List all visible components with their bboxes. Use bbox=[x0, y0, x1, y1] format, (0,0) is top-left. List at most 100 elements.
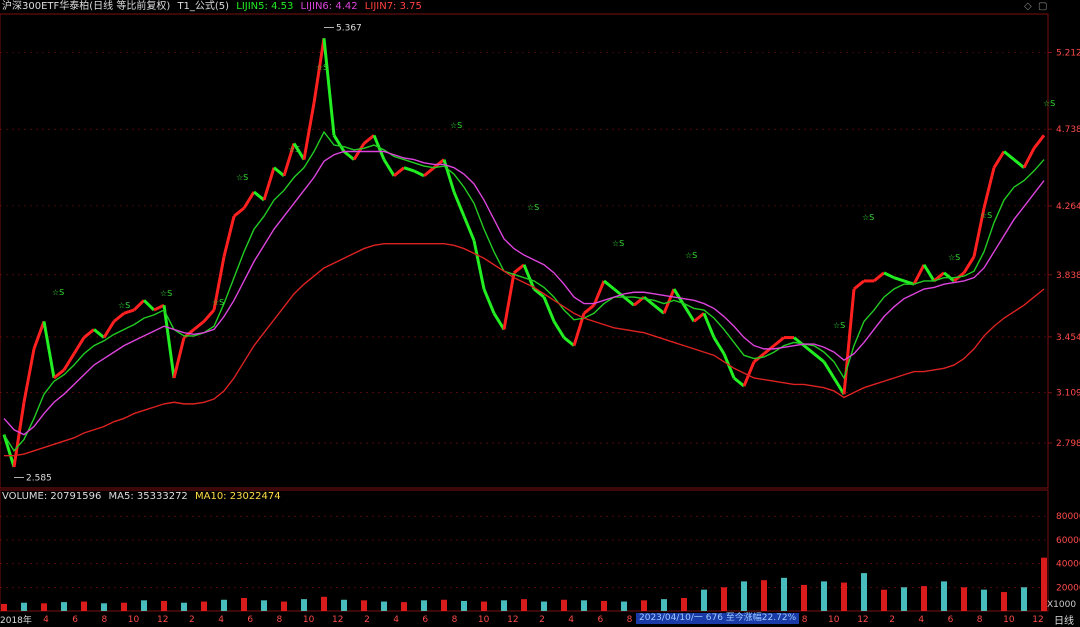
volume-bar bbox=[821, 581, 827, 611]
volume-bar bbox=[861, 573, 867, 611]
volume-bar bbox=[41, 603, 47, 611]
signal-marker: ☆S bbox=[316, 63, 328, 72]
price-segment bbox=[113, 312, 125, 323]
price-segment bbox=[222, 215, 236, 258]
price-segment bbox=[2, 434, 16, 468]
volume-bar bbox=[761, 580, 767, 611]
volume-bar bbox=[461, 600, 467, 611]
price-segment bbox=[982, 167, 996, 209]
price-segment bbox=[413, 169, 425, 178]
price-segment bbox=[502, 272, 516, 330]
volume-bar bbox=[21, 602, 27, 611]
volume-bar bbox=[181, 602, 187, 611]
price-segment bbox=[962, 255, 976, 274]
volume-bar bbox=[361, 600, 367, 611]
price-segment bbox=[492, 312, 506, 331]
price-segment bbox=[142, 299, 156, 312]
price-segment bbox=[343, 150, 355, 161]
volume-axis: 80000 60000 40000 20000 bbox=[1056, 512, 1080, 593]
volume-bar bbox=[141, 600, 147, 611]
price-segment bbox=[552, 320, 566, 339]
volume-bar bbox=[981, 589, 987, 611]
volume-bar bbox=[701, 589, 707, 611]
chart-canvas: 5.367 2.585 ☆S ☆S ☆S ☆S ☆S ☆S ☆S ☆S ☆S ☆S ☆S ☆S ☆S ☆S ☆S… bbox=[0, 13, 1080, 625]
signal-marker: ☆S bbox=[160, 289, 172, 298]
price-segment bbox=[83, 328, 95, 339]
price-segment bbox=[623, 295, 635, 307]
price-segment bbox=[332, 134, 346, 153]
volume-bar bbox=[441, 599, 447, 611]
price-segment bbox=[423, 166, 435, 177]
price-segment bbox=[193, 320, 205, 331]
price-segment bbox=[853, 279, 865, 291]
price-segment bbox=[363, 134, 375, 145]
high-annotation: 5.367 bbox=[336, 23, 362, 33]
price-segment bbox=[693, 312, 705, 323]
volume-bar bbox=[881, 589, 887, 611]
volume-bar bbox=[481, 601, 487, 611]
volume-tick-label: 80000 bbox=[1056, 512, 1080, 522]
volume-bar bbox=[261, 600, 267, 611]
price-segment bbox=[452, 191, 466, 217]
price-segment bbox=[943, 271, 955, 283]
price-segment bbox=[162, 304, 176, 379]
price-segment bbox=[132, 299, 146, 312]
price-segment bbox=[1032, 134, 1046, 150]
volume-bar bbox=[381, 601, 387, 611]
price-segment bbox=[202, 309, 216, 323]
signal-marker: ☆S bbox=[862, 213, 874, 222]
price-segment bbox=[302, 102, 316, 160]
price-segment bbox=[482, 288, 496, 314]
price-segment bbox=[822, 361, 836, 379]
volume-bar bbox=[121, 602, 127, 611]
signal-marker: ☆S bbox=[1043, 99, 1055, 108]
price-segment bbox=[653, 304, 665, 315]
signal-marker: ☆S bbox=[212, 298, 224, 307]
price-segment bbox=[712, 336, 726, 355]
volume-bar bbox=[641, 600, 647, 611]
volume-bar bbox=[201, 601, 207, 611]
price-tick-label: 4.738 bbox=[1056, 125, 1080, 135]
price-segment bbox=[603, 279, 615, 291]
signal-marker: ☆S bbox=[980, 211, 992, 220]
volume-bar bbox=[321, 596, 327, 611]
volume-bar bbox=[601, 600, 607, 611]
price-segment bbox=[1013, 158, 1025, 169]
price-segment bbox=[583, 304, 595, 315]
signal-marker: ☆S bbox=[450, 121, 462, 130]
volume-bar bbox=[61, 602, 67, 611]
volume-bar bbox=[101, 603, 107, 611]
signal-marker: ☆S bbox=[612, 239, 624, 248]
price-segment bbox=[733, 376, 745, 388]
price-segment bbox=[53, 368, 65, 380]
signal-marker: ☆S bbox=[833, 321, 845, 330]
signal-marker: ☆S bbox=[288, 145, 300, 154]
price-tick-label: 4.264 bbox=[1056, 202, 1080, 212]
volume-bar bbox=[781, 577, 787, 611]
grid-layer bbox=[0, 13, 1049, 612]
price-tick-label: 3.454 bbox=[1056, 333, 1080, 343]
volume-bar bbox=[301, 599, 307, 611]
signal-marker: ☆S bbox=[118, 301, 130, 310]
price-segment bbox=[123, 308, 135, 315]
price-segment bbox=[153, 303, 165, 312]
volume-bar bbox=[681, 597, 687, 611]
volume-bar bbox=[801, 584, 807, 611]
price-segment bbox=[403, 166, 415, 173]
price-segment bbox=[1022, 147, 1036, 169]
price-segment bbox=[883, 271, 895, 280]
price-segment bbox=[563, 336, 575, 347]
price-segment bbox=[253, 190, 265, 202]
price-segment bbox=[72, 336, 86, 355]
volume-bar bbox=[421, 600, 427, 611]
volume-bar bbox=[401, 602, 407, 611]
signal-marker: ☆S bbox=[527, 203, 539, 212]
price-axis: 5.212 4.738 4.264 3.838 3.454 3.109 2.798 bbox=[1048, 49, 1080, 449]
price-segment bbox=[322, 38, 336, 136]
signal-marker: ☆S bbox=[236, 173, 248, 182]
volume-bar bbox=[341, 599, 347, 611]
signal-marker: ☆S bbox=[948, 253, 960, 262]
volume-bar bbox=[561, 599, 567, 611]
volume-bar bbox=[901, 587, 907, 611]
volume-bar bbox=[281, 601, 287, 611]
